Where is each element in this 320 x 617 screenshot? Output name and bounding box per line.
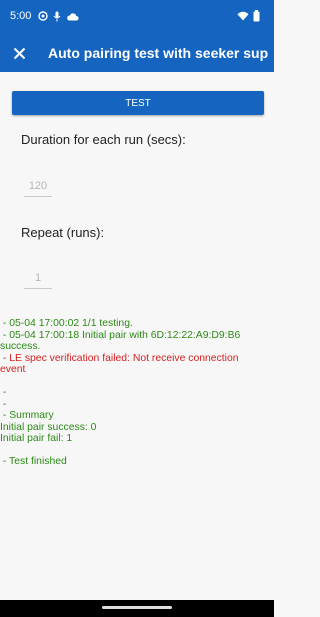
microphone-icon <box>53 11 61 21</box>
log-line: - LE spec verification failed: Not recei… <box>0 352 239 364</box>
log-line: Initial pair success: 0 <box>0 421 97 433</box>
app-bar: Auto pairing test with seeker sup... <box>0 34 274 72</box>
log-line: - 05-04 17:00:18 Initial pair with 6D:12… <box>0 329 241 341</box>
status-bar: 5:00 <box>0 0 274 34</box>
duration-label: Duration for each run (secs): <box>21 132 186 147</box>
cloud-icon <box>67 12 79 20</box>
status-icons-left <box>38 9 79 23</box>
repeat-label: Repeat (runs): <box>21 225 105 240</box>
wifi-icon <box>237 11 249 21</box>
log-line: - <box>0 387 7 398</box>
duration-input[interactable]: 120 <box>24 178 52 197</box>
navigation-bar <box>0 600 274 617</box>
status-time: 5:00 <box>10 10 32 22</box>
settings-gear-icon <box>38 11 48 21</box>
log-line: success. <box>0 341 41 352</box>
log-line: Initial pair fail: 1 <box>0 433 73 444</box>
close-icon <box>13 47 25 59</box>
log-line: - 05-04 17:00:02 1/1 testing. <box>0 318 133 329</box>
app-title: Auto pairing test with seeker sup... <box>48 45 268 61</box>
home-gesture-handle[interactable] <box>102 606 172 609</box>
battery-icon <box>253 10 260 22</box>
log-line: - <box>0 398 7 410</box>
status-icons-right <box>237 9 260 23</box>
log-line: - Test finished <box>0 456 67 467</box>
log-line: event <box>0 364 26 375</box>
test-button[interactable]: TEST <box>12 91 264 115</box>
main-content: TEST Duration for each run (secs): 120 R… <box>0 72 274 600</box>
log-line: - Summary <box>0 410 54 421</box>
repeat-input[interactable]: 1 <box>24 270 52 289</box>
test-log: - 05-04 17:00:02 1/1 testing. - 05-04 17… <box>0 318 274 468</box>
close-button[interactable] <box>6 40 32 66</box>
